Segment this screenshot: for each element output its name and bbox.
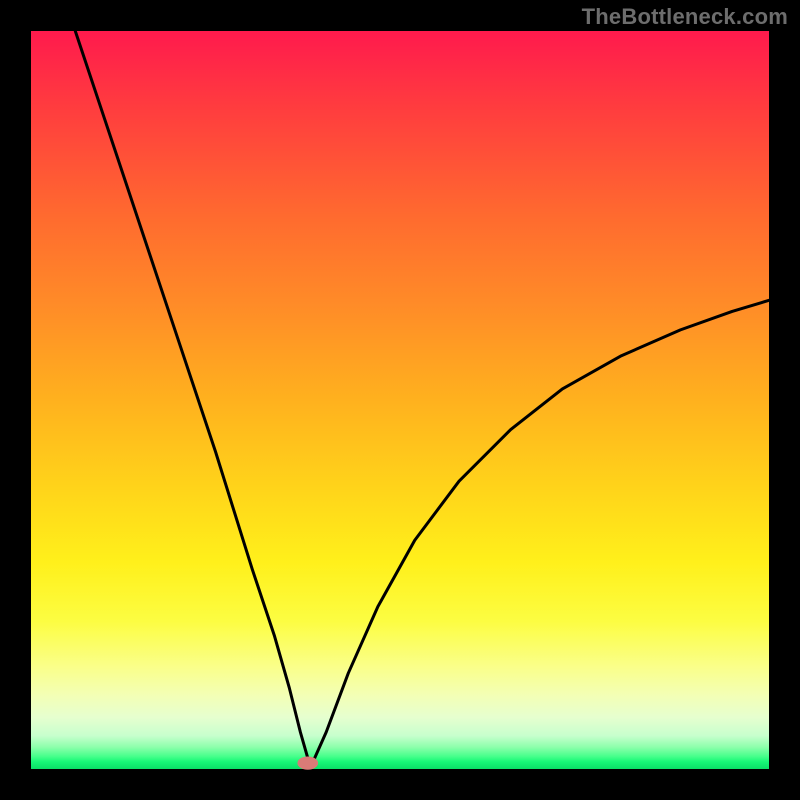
plot-svg [31,31,769,769]
optimum-marker [297,756,318,769]
plot-area [31,31,769,769]
watermark-text: TheBottleneck.com [582,4,788,30]
bottleneck-curve [75,31,769,765]
chart-frame: TheBottleneck.com [0,0,800,800]
